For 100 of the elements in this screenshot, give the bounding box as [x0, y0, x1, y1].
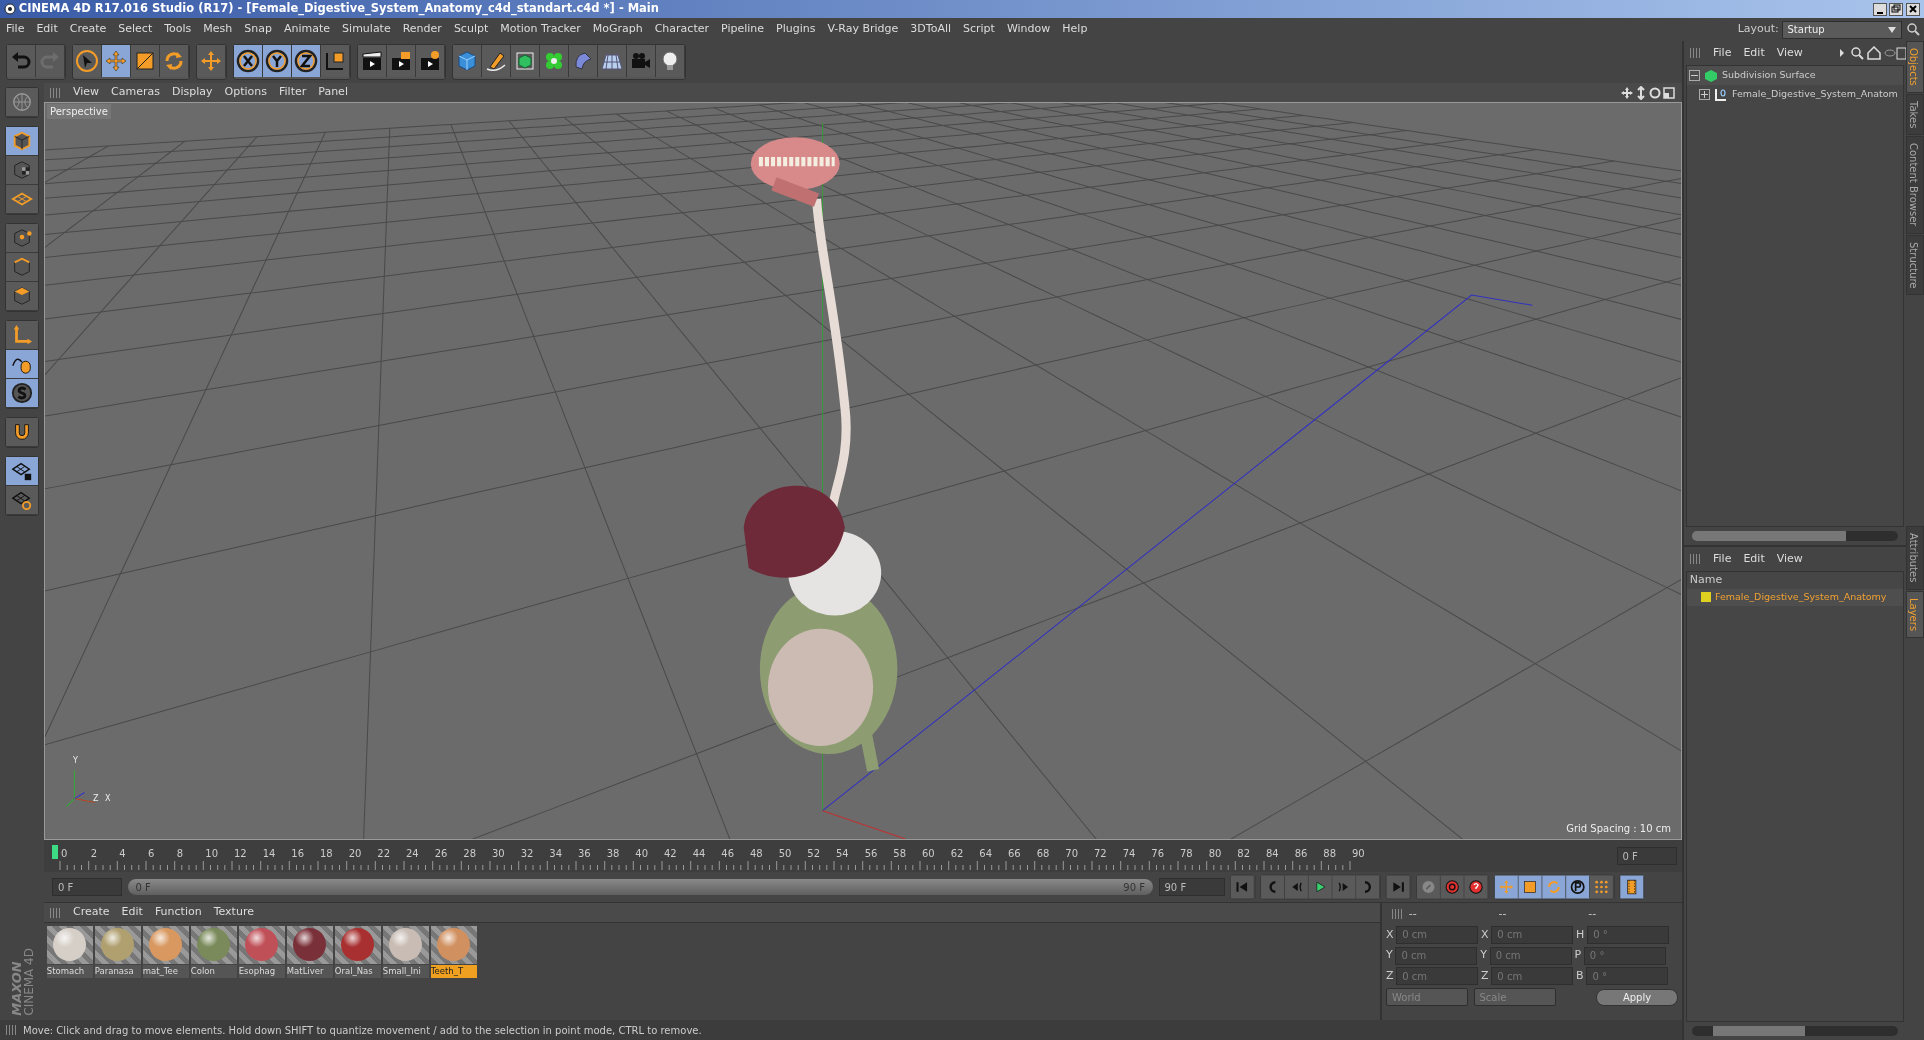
move-arrows-button[interactable]: [1494, 875, 1519, 899]
minimize-button[interactable]: [1872, 2, 1887, 16]
menu-item[interactable]: Texture: [207, 904, 260, 921]
menu-item[interactable]: V-Ray Bridge: [821, 21, 905, 38]
menu-item[interactable]: Create: [67, 904, 116, 921]
menu-item[interactable]: View: [1770, 44, 1809, 62]
clapperboard-button[interactable]: [358, 45, 387, 77]
floor-grid-button[interactable]: [598, 45, 627, 77]
menu-item[interactable]: Function: [148, 904, 208, 921]
undo-button[interactable]: [7, 45, 36, 77]
menu-item[interactable]: Panel: [312, 84, 354, 101]
p-circle-button[interactable]: [1566, 875, 1590, 899]
light-bulb-button[interactable]: [656, 45, 685, 77]
horizontal-scrollbar[interactable]: [1692, 531, 1898, 541]
clapperboard-gear-button[interactable]: [416, 45, 445, 77]
cube-points-button[interactable]: [6, 224, 38, 253]
panel-tab[interactable]: Attributes: [1906, 526, 1924, 590]
dot-grid-button[interactable]: [1590, 875, 1614, 899]
menu-item[interactable]: 3DToAll: [904, 21, 957, 38]
cross-arrows-button[interactable]: [197, 45, 226, 77]
menu-item[interactable]: Options: [218, 84, 273, 101]
menu-item[interactable]: Cameras: [105, 84, 166, 101]
y-axis-button[interactable]: [263, 45, 292, 77]
menu-item[interactable]: File: [0, 21, 31, 38]
menu-item[interactable]: View: [1770, 550, 1809, 568]
menu-item[interactable]: Display: [166, 84, 219, 101]
expand-icon[interactable]: [1699, 89, 1710, 100]
play-triangle-button[interactable]: [1308, 875, 1333, 899]
camera-label[interactable]: Perspective: [47, 104, 111, 119]
step-forward-button[interactable]: [1332, 875, 1357, 899]
menu-item[interactable]: Render: [396, 21, 448, 38]
grid-arrows-button[interactable]: [6, 486, 38, 515]
menu-item[interactable]: Animate: [278, 21, 337, 38]
panel-tab[interactable]: Takes: [1906, 93, 1924, 136]
restore-button[interactable]: [1889, 2, 1904, 16]
timeline-ruler[interactable]: [59, 860, 1351, 871]
key-back-button[interactable]: [1261, 875, 1285, 899]
view-navigation-icons[interactable]: [1620, 85, 1676, 100]
record-circle-button[interactable]: [1440, 875, 1465, 899]
magnet-button[interactable]: [6, 418, 38, 447]
menu-item[interactable]: Edit: [1737, 550, 1771, 568]
menu-item[interactable]: Edit: [1737, 44, 1771, 62]
panel-tools-icons[interactable]: [1838, 46, 1906, 60]
film-strip-button[interactable]: [1620, 875, 1645, 899]
menu-item[interactable]: Simulate: [336, 21, 397, 38]
layout-dropdown[interactable]: Startup: [1781, 20, 1902, 39]
scale-square-button[interactable]: [1518, 875, 1543, 899]
apply-button[interactable]: Apply: [1596, 988, 1678, 1006]
checkered-cube-button[interactable]: [6, 156, 38, 185]
menu-item[interactable]: Plugins: [770, 21, 822, 38]
menu-item[interactable]: Snap: [238, 21, 278, 38]
menu-item[interactable]: Window: [1000, 21, 1057, 38]
cube-polygon-button[interactable]: [6, 282, 38, 311]
start-frame-field[interactable]: 0 F: [52, 878, 122, 896]
step-back-button[interactable]: [1284, 875, 1309, 899]
cube-button[interactable]: [453, 45, 482, 77]
menu-item[interactable]: Create: [63, 21, 113, 38]
x-axis-button[interactable]: [234, 45, 263, 77]
panel-tab[interactable]: Layers: [1906, 590, 1924, 638]
skip-forward-button[interactable]: [1386, 875, 1411, 899]
menu-item[interactable]: Edit: [115, 904, 149, 921]
globe-button[interactable]: [6, 88, 38, 117]
skip-back-button[interactable]: [1230, 875, 1255, 899]
grid-lock-button[interactable]: [6, 457, 38, 486]
menu-item[interactable]: Script: [957, 21, 1001, 38]
clapperboard-button[interactable]: [387, 45, 416, 77]
s-circle-button[interactable]: [6, 379, 38, 408]
panel-tab[interactable]: Content Browser: [1906, 136, 1924, 234]
scale-square-button[interactable]: [131, 45, 160, 77]
panel-tab[interactable]: Structure: [1906, 234, 1924, 296]
object-row[interactable]: Subdivision Surface: [1687, 66, 1903, 85]
object-row[interactable]: Female_Digestive_System_Anatom: [1687, 85, 1903, 104]
collapse-icon[interactable]: [1689, 70, 1700, 81]
menu-item[interactable]: Tools: [158, 21, 198, 38]
axes-cube-button[interactable]: [321, 45, 350, 77]
menu-item[interactable]: Sculpt: [447, 21, 495, 38]
key-circle-button[interactable]: [1416, 875, 1441, 899]
menu-item[interactable]: Pipeline: [715, 21, 771, 38]
menu-item[interactable]: File: [1707, 44, 1738, 62]
z-axis-button[interactable]: [292, 45, 321, 77]
rotate-arrows-button[interactable]: [160, 45, 189, 77]
panel-tab[interactable]: Objects: [1906, 41, 1924, 93]
close-button[interactable]: [1906, 2, 1920, 16]
menu-item[interactable]: File: [1707, 550, 1738, 568]
cube-button[interactable]: [6, 127, 38, 156]
menu-item[interactable]: Mesh: [197, 21, 239, 38]
end-frame-field[interactable]: 90 F: [1158, 878, 1225, 896]
current-frame-field[interactable]: 0 F: [1616, 847, 1677, 865]
axis-arrows-button[interactable]: [6, 321, 38, 350]
mouse-button[interactable]: [6, 350, 38, 379]
key-forward-button[interactable]: [1356, 875, 1381, 899]
menu-item[interactable]: Edit: [30, 21, 64, 38]
question-circle-button[interactable]: [1464, 875, 1489, 899]
cube-in-frame-button[interactable]: [511, 45, 540, 77]
layer-row[interactable]: Female_Digestive_System_Anatomy: [1687, 588, 1903, 606]
cube-edges-button[interactable]: [6, 253, 38, 282]
menu-item[interactable]: MoGraph: [586, 21, 649, 38]
menu-item[interactable]: Select: [112, 21, 159, 38]
arrow-cursor-button[interactable]: [73, 45, 102, 77]
menu-item[interactable]: View: [67, 84, 106, 101]
